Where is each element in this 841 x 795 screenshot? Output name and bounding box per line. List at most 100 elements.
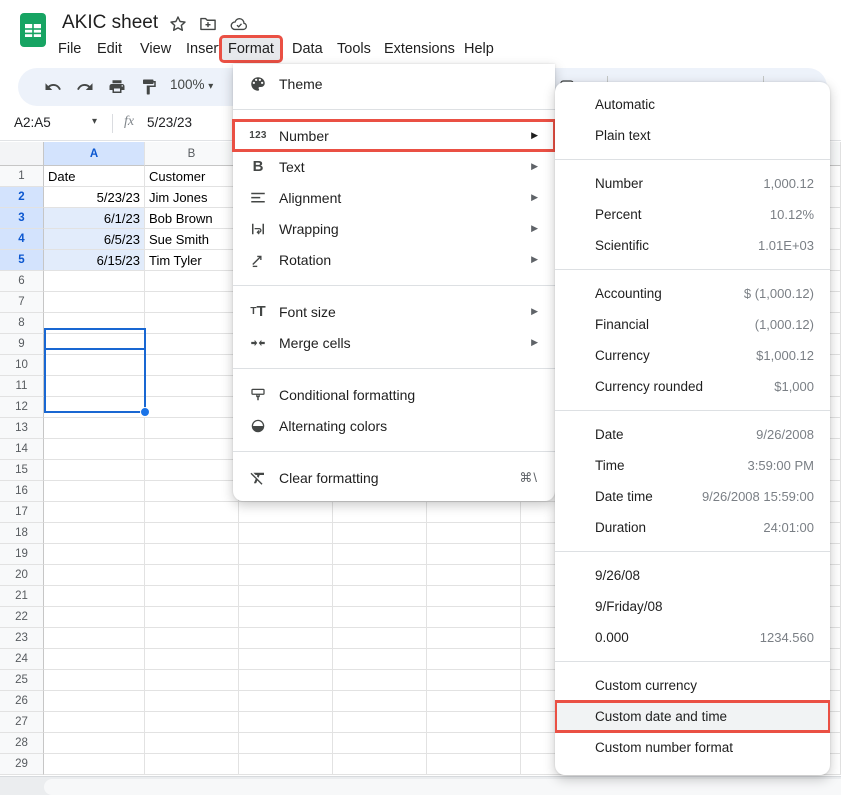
cell-b4[interactable]: Sue Smith: [145, 229, 239, 250]
cell-b2[interactable]: Jim Jones: [145, 187, 239, 208]
name-box[interactable]: A2:A5: [14, 115, 51, 130]
cell-a28[interactable]: [44, 733, 145, 754]
cell-a27[interactable]: [44, 712, 145, 733]
cell-b19[interactable]: [145, 544, 239, 565]
menu-item-merge-cells[interactable]: Merge cells ▶: [233, 327, 555, 358]
cell-b20[interactable]: [145, 565, 239, 586]
cell-a23[interactable]: [44, 628, 145, 649]
row-header-23[interactable]: 23: [0, 628, 44, 649]
row-header-8[interactable]: 8: [0, 313, 44, 334]
cell-c27[interactable]: [239, 712, 333, 733]
row-header-10[interactable]: 10: [0, 355, 44, 376]
submenu-item-date-weekday[interactable]: 9/Friday/08: [555, 591, 830, 622]
star-icon[interactable]: [168, 14, 188, 34]
row-header-28[interactable]: 28: [0, 733, 44, 754]
cell-d27[interactable]: [333, 712, 427, 733]
cell-b29[interactable]: [145, 754, 239, 775]
column-header-a[interactable]: A: [44, 142, 145, 166]
cell-c21[interactable]: [239, 586, 333, 607]
menu-item-rotation[interactable]: Rotation ▶: [233, 244, 555, 275]
undo-icon[interactable]: [44, 78, 62, 96]
row-header-13[interactable]: 13: [0, 418, 44, 439]
submenu-item-date-short[interactable]: 9/26/08: [555, 560, 830, 591]
row-header-15[interactable]: 15: [0, 460, 44, 481]
cell-c28[interactable]: [239, 733, 333, 754]
cell-b25[interactable]: [145, 670, 239, 691]
cell-c29[interactable]: [239, 754, 333, 775]
row-header-21[interactable]: 21: [0, 586, 44, 607]
menu-item-alternating-colors[interactable]: Alternating colors: [233, 410, 555, 441]
row-header-4[interactable]: 4: [0, 229, 44, 250]
cell-d17[interactable]: [333, 502, 427, 523]
submenu-item-date-time[interactable]: Date time9/26/2008 15:59:00: [555, 481, 830, 512]
cell-a18[interactable]: [44, 523, 145, 544]
cell-d21[interactable]: [333, 586, 427, 607]
row-header-6[interactable]: 6: [0, 271, 44, 292]
cell-a5[interactable]: 6/15/23: [44, 250, 145, 271]
cell-b12[interactable]: [145, 397, 239, 418]
cell-a13[interactable]: [44, 418, 145, 439]
cell-c26[interactable]: [239, 691, 333, 712]
cell-d26[interactable]: [333, 691, 427, 712]
cell-d28[interactable]: [333, 733, 427, 754]
menu-item-wrapping[interactable]: Wrapping ▶: [233, 213, 555, 244]
row-header-5[interactable]: 5: [0, 250, 44, 271]
submenu-item-scientific[interactable]: Scientific1.01E+03: [555, 230, 830, 261]
cell-a12[interactable]: [44, 397, 145, 418]
paint-format-icon[interactable]: [140, 78, 158, 96]
cell-e27[interactable]: [427, 712, 521, 733]
cell-b6[interactable]: [145, 271, 239, 292]
row-header-20[interactable]: 20: [0, 565, 44, 586]
cell-a1[interactable]: Date: [44, 166, 145, 187]
cell-a24[interactable]: [44, 649, 145, 670]
submenu-item-time[interactable]: Time3:59:00 PM: [555, 450, 830, 481]
cell-b7[interactable]: [145, 292, 239, 313]
menu-item-clear-formatting[interactable]: Clear formatting ⌘\: [233, 462, 555, 493]
cell-d18[interactable]: [333, 523, 427, 544]
cell-a3[interactable]: 6/1/23: [44, 208, 145, 229]
row-header-26[interactable]: 26: [0, 691, 44, 712]
submenu-item-accounting[interactable]: Accounting$ (1,000.12): [555, 278, 830, 309]
cell-b26[interactable]: [145, 691, 239, 712]
submenu-item-decimal[interactable]: 0.0001234.560: [555, 622, 830, 653]
submenu-item-number[interactable]: Number1,000.12: [555, 168, 830, 199]
row-header-25[interactable]: 25: [0, 670, 44, 691]
cell-c20[interactable]: [239, 565, 333, 586]
cell-b10[interactable]: [145, 355, 239, 376]
cell-a8[interactable]: [44, 313, 145, 334]
cell-c22[interactable]: [239, 607, 333, 628]
cell-a6[interactable]: [44, 271, 145, 292]
row-header-11[interactable]: 11: [0, 376, 44, 397]
cell-a16[interactable]: [44, 481, 145, 502]
cell-b9[interactable]: [145, 334, 239, 355]
cell-d25[interactable]: [333, 670, 427, 691]
cell-d19[interactable]: [333, 544, 427, 565]
menu-item-alignment[interactable]: Alignment ▶: [233, 182, 555, 213]
submenu-item-currency-rounded[interactable]: Currency rounded$1,000: [555, 371, 830, 402]
cell-e20[interactable]: [427, 565, 521, 586]
row-header-9[interactable]: 9: [0, 334, 44, 355]
cell-e18[interactable]: [427, 523, 521, 544]
row-header-2[interactable]: 2: [0, 187, 44, 208]
cell-c19[interactable]: [239, 544, 333, 565]
cell-b1[interactable]: Customer: [145, 166, 239, 187]
cell-a7[interactable]: [44, 292, 145, 313]
menu-view[interactable]: View: [134, 38, 177, 60]
cell-a11[interactable]: [44, 376, 145, 397]
scrollbar-track[interactable]: [44, 779, 841, 795]
cell-a4[interactable]: 6/5/23: [44, 229, 145, 250]
submenu-item-custom-number-format[interactable]: Custom number format: [555, 732, 830, 763]
cell-b24[interactable]: [145, 649, 239, 670]
column-header-b[interactable]: B: [145, 142, 239, 166]
menu-extensions[interactable]: Extensions: [378, 38, 461, 60]
cell-a21[interactable]: [44, 586, 145, 607]
menu-edit[interactable]: Edit: [91, 38, 128, 60]
cell-b15[interactable]: [145, 460, 239, 481]
cell-a20[interactable]: [44, 565, 145, 586]
submenu-item-custom-date-and-time[interactable]: Custom date and time: [555, 701, 830, 732]
cell-e17[interactable]: [427, 502, 521, 523]
cell-e23[interactable]: [427, 628, 521, 649]
cell-a25[interactable]: [44, 670, 145, 691]
cell-c17[interactable]: [239, 502, 333, 523]
cell-a17[interactable]: [44, 502, 145, 523]
